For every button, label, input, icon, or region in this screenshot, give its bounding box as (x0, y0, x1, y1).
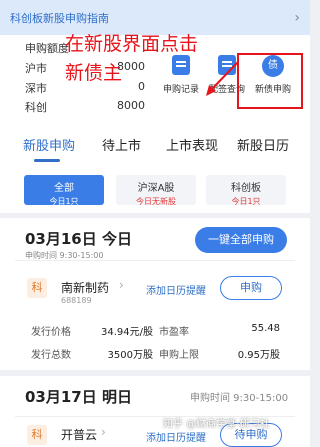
star-market-tag: 科 (27, 425, 47, 445)
field-value: 3500万股 (107, 350, 153, 361)
watermark: 知乎 @财商学堂-研习社 (163, 419, 270, 430)
quota-label: 深市 (25, 82, 47, 95)
day-card-today: 03月16日 今日 申购时间 9:30-15:00 一键全部申购 科 南新制药 … (0, 218, 310, 370)
stock-item: 科 南新制药 › 688189 添加日历提醒 申购 发行价格 34.94元/股 … (15, 260, 295, 366)
tab-active-indicator (34, 159, 60, 162)
tab-calendar[interactable]: 新股日历 (237, 135, 289, 154)
annotation-text: 在新股界面点击 新债主 (65, 30, 198, 88)
filter-star[interactable]: 科创板 今日1只 (206, 175, 286, 206)
quota-value: 8000 (117, 99, 145, 112)
quota-row-kc: 科创 8000 (25, 99, 145, 115)
guide-banner-text: 科创板新股申购指南 (10, 11, 109, 25)
star-market-tag: 科 (27, 278, 47, 298)
field-label: 市盈率 (159, 327, 189, 338)
filter-label: 科创板 (231, 183, 261, 194)
filter-label: 沪深A股 (137, 183, 175, 194)
filter-hs-a[interactable]: 沪深A股 今日无新股 (116, 175, 196, 206)
tab-performance[interactable]: 上市表现 (166, 135, 218, 154)
chevron-right-icon: › (294, 9, 300, 26)
add-calendar-reminder-link[interactable]: 添加日历提醒 (146, 282, 206, 297)
day-title: 03月16日 今日 (25, 230, 132, 248)
chevron-right-icon: › (101, 425, 106, 439)
add-calendar-reminder-link[interactable]: 添加日历提醒 (146, 429, 206, 444)
query-icon (216, 55, 238, 77)
filter-sub: 今日1只 (49, 197, 79, 206)
chevron-right-icon: › (119, 278, 124, 292)
day-title: 03月17日 明日 (25, 388, 132, 406)
filter-sub: 今日无新股 (136, 197, 176, 206)
annotation-line-1: 在新股界面点击 (65, 33, 199, 55)
quota-title: 申购额度 (25, 42, 69, 55)
tab-bar: 新股申购 待上市 上市表现 新股日历 (0, 121, 310, 165)
field-value: 0.95万股 (237, 350, 280, 361)
tab-pending[interactable]: 待上市 (102, 135, 141, 154)
quota-label: 科创 (25, 101, 47, 114)
field-label: 申购上限 (159, 350, 199, 361)
field-value: 34.94元/股 (101, 327, 153, 338)
tab-new-stock[interactable]: 新股申购 (23, 135, 75, 154)
filter-bar: 全部 今日1只 沪深A股 今日无新股 科创板 今日1只 (0, 165, 310, 213)
filter-label: 全部 (54, 183, 74, 194)
field-value: 55.48 (251, 323, 280, 334)
filter-all[interactable]: 全部 今日1只 (24, 175, 104, 206)
day-time: 申购时间 9:30-15:00 (190, 393, 289, 404)
stock-code: 688189 (61, 296, 92, 305)
one-click-apply-button[interactable]: 一键全部申购 (195, 227, 287, 253)
quota-label: 沪市 (25, 62, 47, 75)
stock-name[interactable]: 开普云 (61, 426, 97, 443)
stock-name[interactable]: 南新制药 (61, 279, 109, 296)
field-label: 发行总数 (31, 350, 71, 361)
annotation-line-2: 新债主 (65, 62, 123, 84)
annotation-box-bond (237, 53, 303, 109)
filter-sub: 今日1只 (231, 197, 261, 206)
apply-button[interactable]: 申购 (220, 276, 282, 300)
field-label: 发行价格 (31, 327, 71, 338)
day-card-tomorrow: 03月17日 明日 申购时间 9:30-15:00 科 开普云 › 添加日历提醒… (0, 376, 310, 447)
